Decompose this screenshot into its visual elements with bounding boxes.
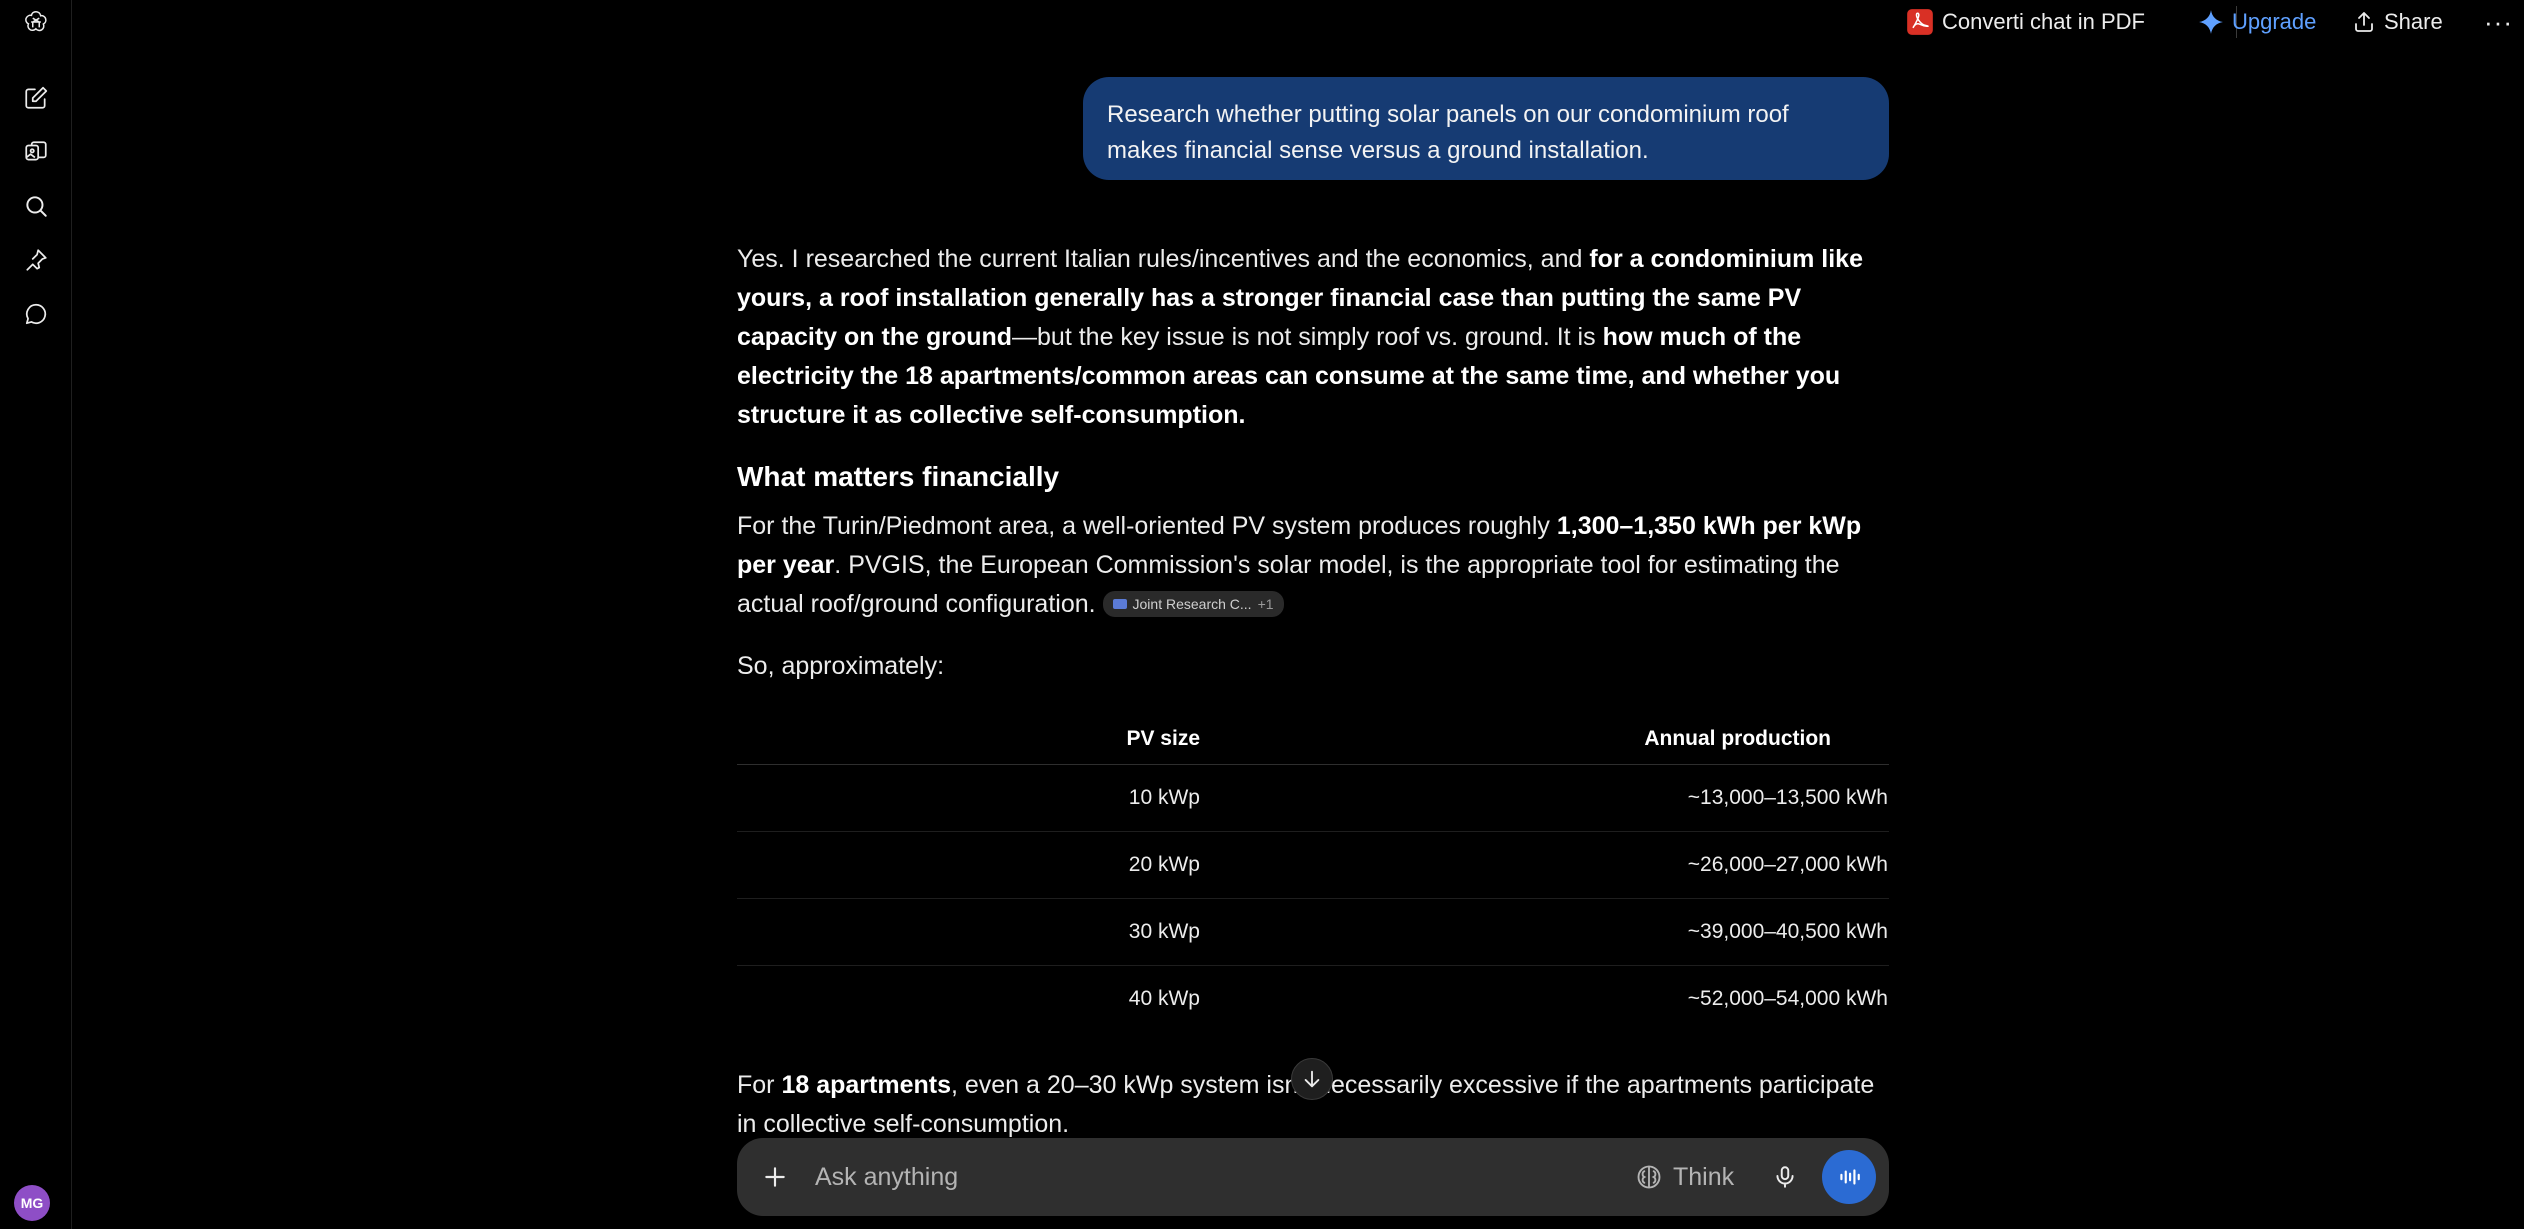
table-cell: ~26,000–27,000 kWh — [1201, 831, 1889, 899]
arrow-down-icon — [1304, 1070, 1320, 1088]
chat-bubble-icon[interactable] — [14, 292, 58, 336]
share-label: Share — [2384, 9, 2443, 34]
think-button[interactable]: Think — [1635, 1158, 1734, 1196]
table-cell: ~39,000–40,500 kWh — [1201, 898, 1889, 966]
avatar[interactable]: MG — [14, 1185, 50, 1221]
citation-more-count: +1 — [1257, 596, 1274, 612]
bold-span: 18 apartments — [781, 1071, 951, 1099]
table-cell: 30 kWp — [737, 898, 1201, 966]
pv-production-table: PV size Annual production 10 kWp ~13,000… — [737, 714, 1889, 1032]
new-chat-icon[interactable] — [14, 76, 58, 120]
brain-icon — [1637, 1165, 1661, 1189]
table-cell: 40 kWp — [1128, 986, 1200, 1010]
response-paragraph-3: So, approximately: — [737, 652, 945, 680]
table-cell: 20 kWp — [737, 831, 1201, 899]
microphone-icon — [1776, 1166, 1794, 1188]
upgrade-label: Upgrade — [2232, 9, 2317, 34]
library-icon[interactable] — [14, 130, 58, 174]
table-cell: ~52,000–54,000 kWh — [1687, 986, 1888, 1010]
table-header-cell: Annual production — [1201, 714, 1889, 765]
table-row: 30 kWp ~39,000–40,500 kWh — [737, 898, 1889, 966]
citation-label: Joint Research C... — [1132, 596, 1252, 612]
ask-input[interactable] — [813, 1155, 1593, 1199]
table-header-row: PV size Annual production — [737, 714, 1889, 765]
upgrade-button[interactable]: Upgrade — [2198, 4, 2316, 40]
text-span: . PVGIS, the European Commission's solar… — [737, 551, 1840, 618]
convert-pdf-button[interactable]: Converti chat in PDF — [1906, 4, 2145, 40]
waveform-icon — [1840, 1169, 1860, 1185]
microphone-button[interactable] — [1765, 1157, 1805, 1197]
share-button[interactable]: Share — [2352, 4, 2443, 40]
text-span: Yes. I researched the current Italian ru… — [737, 245, 1590, 273]
think-label: Think — [1673, 1162, 1735, 1191]
share-icon — [2355, 12, 2373, 32]
section-heading: What matters financially — [737, 461, 1060, 492]
citation-chip[interactable]: Joint Research C... +1 — [1102, 591, 1284, 617]
text-span: —but the key issue is not simply roof vs… — [1012, 323, 1603, 351]
convert-pdf-label: Converti chat in PDF — [1942, 9, 2145, 34]
sparkle-icon — [2199, 10, 2223, 34]
pin-icon[interactable] — [14, 238, 58, 282]
search-icon[interactable] — [14, 184, 58, 228]
source-favicon-icon — [1112, 599, 1127, 609]
table-header-cell: PV size — [737, 714, 1201, 765]
plus-icon — [765, 1167, 785, 1187]
voice-mode-button[interactable] — [1822, 1150, 1876, 1204]
text-span: For — [737, 1071, 782, 1099]
text-span: For the Turin/Piedmont area, a well-orie… — [737, 512, 1557, 540]
composer: Think — [737, 1138, 1889, 1216]
response-paragraph-2: For the Turin/Piedmont area, a well-orie… — [737, 507, 1889, 624]
topbar: Converti chat in PDF Upgrade Share ··· — [72, 0, 2524, 44]
more-options-icon[interactable]: ··· — [2484, 4, 2513, 40]
table-row: 10 kWp ~13,000–13,500 kWh — [737, 764, 1889, 832]
table-cell: ~13,000–13,500 kWh — [1201, 764, 1889, 832]
pdf-icon — [1907, 9, 1933, 35]
table-row: 40 kWp ~52,000–54,000 kWh — [737, 965, 1889, 1032]
openai-logo-icon[interactable] — [14, 0, 58, 44]
table-cell: 10 kWp — [737, 764, 1201, 832]
add-attachment-button[interactable] — [755, 1157, 795, 1197]
user-message-bubble: Research whether putting solar panels on… — [1083, 77, 1889, 180]
assistant-response: Yes. I researched the current Italian ru… — [737, 240, 1889, 686]
table-row: 20 kWp ~26,000–27,000 kWh — [737, 831, 1889, 899]
scroll-to-bottom-button[interactable] — [1291, 1058, 1333, 1100]
sidebar: MG — [0, 0, 72, 1229]
response-paragraph-1: Yes. I researched the current Italian ru… — [737, 240, 1889, 435]
